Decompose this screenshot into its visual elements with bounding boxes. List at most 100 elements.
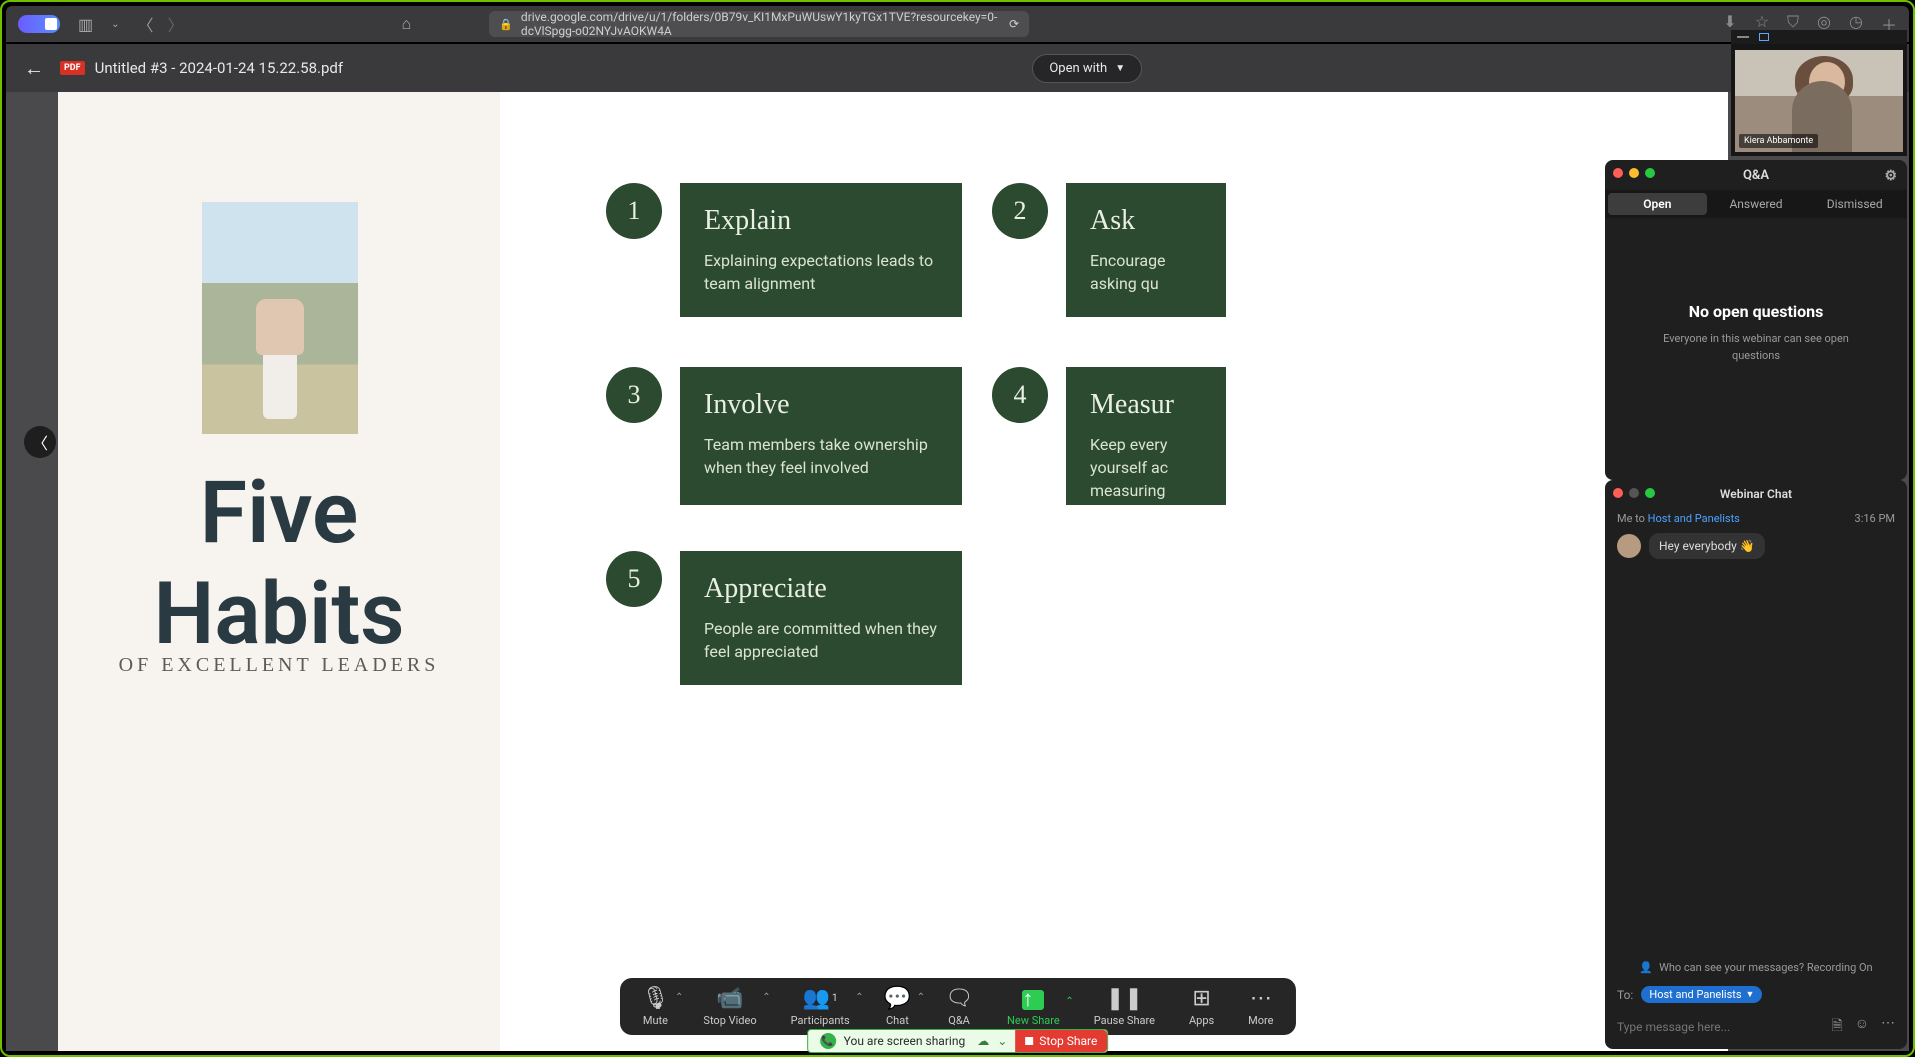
sidebar-toggle-icon[interactable]: ▥ [78,15,93,34]
pause-icon: ❚❚ [1106,986,1143,1010]
more-icon: ⋯ [1250,986,1272,1010]
habit-card-5: Appreciate People are committed when the… [680,551,962,685]
home-icon[interactable]: ⌂ [402,14,412,34]
qa-button[interactable]: 🗨Q&A [945,986,973,1027]
habit-card-2: Ask Encourage asking qu [1066,183,1226,317]
microphone-icon: 🎙 [641,986,669,1010]
habit-title: Appreciate [704,573,938,605]
mute-button[interactable]: 🎙Mute⌃ [641,986,669,1027]
habit-desc: Encourage asking qu [1090,249,1202,295]
back-arrow-icon[interactable]: ← [24,56,44,81]
sharing-text: You are screen sharing [844,1034,966,1048]
stop-video-button[interactable]: 📹Stop Video⌃ [703,986,756,1027]
habit-title: Ask [1090,205,1202,237]
dropdown-caret-icon[interactable]: ⌄ [111,19,119,30]
apps-button[interactable]: ⊞Apps [1189,986,1214,1027]
open-with-label: Open with [1049,61,1107,76]
qa-panel: Q&A ⚙ Open Answered Dismissed No open qu… [1605,160,1907,480]
self-video-thumbnail[interactable]: Kiera Abbamonte [1731,30,1907,156]
avatar [1617,534,1641,558]
chat-from: Me to Host and Panelists [1617,512,1740,525]
chat-input-row: 🗎 ☺ ⋯ [1605,1009,1907,1049]
qa-empty-subtitle: Everyone in this webinar can see open qu… [1656,331,1856,364]
tab-open[interactable]: Open [1608,193,1707,215]
browser-toolbar: ▥ ⌄ 〈 〉 ⌂ 🔒 drive.google.com/drive/u/1/f… [6,6,1909,42]
url-bar[interactable]: 🔒 drive.google.com/drive/u/1/folders/0B7… [489,11,1029,37]
caret-down-icon: ▼ [1115,63,1125,74]
to-selector[interactable]: Host and Panelists▼ [1641,986,1762,1003]
lock-icon: 🔒 [499,18,513,31]
screen-record-pill[interactable] [18,15,60,33]
tab-dismissed[interactable]: Dismissed [1805,193,1904,215]
tab-answered[interactable]: Answered [1707,193,1806,215]
nav-back-icon[interactable]: 〈 [138,12,154,36]
apps-icon: ⊞ [1192,986,1210,1010]
qa-empty-state: No open questions Everyone in this webin… [1605,218,1907,448]
zoom-meeting-toolbar: 🎙Mute⌃ 📹Stop Video⌃ 👥1Participants⌃ 💬Cha… [619,978,1295,1035]
to-label: To: [1617,988,1633,1002]
minimize-icon[interactable] [1737,36,1749,38]
phone-icon[interactable]: 📞 [820,1033,836,1049]
habit-card-4: Measur Keep every yourself ac measuring [1066,367,1226,505]
video-frame: Kiera Abbamonte [1735,50,1903,152]
caret-icon[interactable]: ⌃ [1065,996,1073,1007]
habit-title: Involve [704,389,938,421]
emoji-icon[interactable]: ☺ [1855,1015,1869,1039]
habit-number-2: 2 [992,183,1048,239]
check-icon[interactable]: ⌄ [997,1034,1007,1048]
pdf-badge: PDF [60,61,85,75]
stop-share-button[interactable]: Stop Share [1015,1030,1107,1052]
chat-text-input[interactable] [1617,1020,1821,1034]
chat-panel: Webinar Chat Me to Host and Panelists 3:… [1605,480,1907,1049]
caret-icon[interactable]: ⌃ [762,992,770,1003]
cloud-icon[interactable]: ☁ [977,1034,989,1048]
caret-icon[interactable]: ⌃ [917,992,925,1003]
pause-share-button[interactable]: ❚❚Pause Share [1094,986,1155,1027]
restore-icon[interactable] [1759,33,1769,41]
hand-photo [202,202,358,434]
habit-desc: People are committed when they feel appr… [704,617,938,663]
window-traffic-lights[interactable] [1613,168,1655,178]
habit-desc: Keep every yourself ac measuring [1090,433,1202,503]
caret-icon[interactable]: ⌃ [675,992,683,1003]
chat-icon: 💬 [884,986,911,1010]
chat-message-row: Hey everybody 👋 [1605,529,1907,563]
habit-number-5: 5 [606,551,662,607]
share-icon: ↑ [1022,990,1044,1010]
chat-visibility-notice[interactable]: 👤Who can see your messages? Recording On [1605,955,1907,980]
nav-forward-icon[interactable]: 〉 [168,12,184,36]
chat-recipients-link[interactable]: Host and Panelists [1648,512,1740,525]
qa-empty-title: No open questions [1689,302,1824,321]
drive-preview-header: ← PDF Untitled #3 - 2024-01-24 15.22.58.… [6,44,1909,92]
habit-card-3: Involve Team members take ownership when… [680,367,962,505]
habit-card-1: Explain Explaining expectations leads to… [680,183,962,317]
habit-number-1: 1 [606,183,662,239]
chat-to-row: To: Host and Panelists▼ [1605,980,1907,1009]
caret-icon[interactable]: ⌃ [855,992,863,1003]
gear-icon[interactable]: ⚙ [1884,168,1897,184]
prev-page-button[interactable]: 〈 [24,426,56,458]
person-icon: 👤 [1639,961,1653,974]
file-name: Untitled #3 - 2024-01-24 15.22.58.pdf [95,59,344,77]
chat-button[interactable]: 💬Chat⌃ [884,986,911,1027]
url-text: drive.google.com/drive/u/1/folders/0B79v… [521,10,1001,38]
more-button[interactable]: ⋯More [1248,986,1273,1027]
qa-title-text: Q&A [1743,168,1769,183]
participants-button[interactable]: 👥1Participants⌃ [791,986,850,1027]
habit-title: Explain [704,205,938,237]
habit-desc: Team members take ownership when they fe… [704,433,938,479]
habit-number-4: 4 [992,367,1048,423]
reload-icon[interactable]: ⟳ [1009,17,1019,31]
window-traffic-lights[interactable] [1613,488,1655,498]
file-icon[interactable]: 🗎 [1831,1015,1842,1039]
more-icon[interactable]: ⋯ [1881,1015,1895,1039]
stop-square-icon [1025,1037,1033,1045]
open-with-button[interactable]: Open with ▼ [1032,54,1142,83]
habit-number-3: 3 [606,367,662,423]
chat-title-text: Webinar Chat [1720,487,1792,501]
qa-icon: 🗨 [945,986,973,1010]
new-share-button[interactable]: ↑New Share⌃ [1007,990,1060,1027]
habit-title: Measur [1090,389,1202,421]
participants-icon: 👥1 [803,986,838,1010]
caret-down-icon: ▼ [1746,989,1755,1000]
